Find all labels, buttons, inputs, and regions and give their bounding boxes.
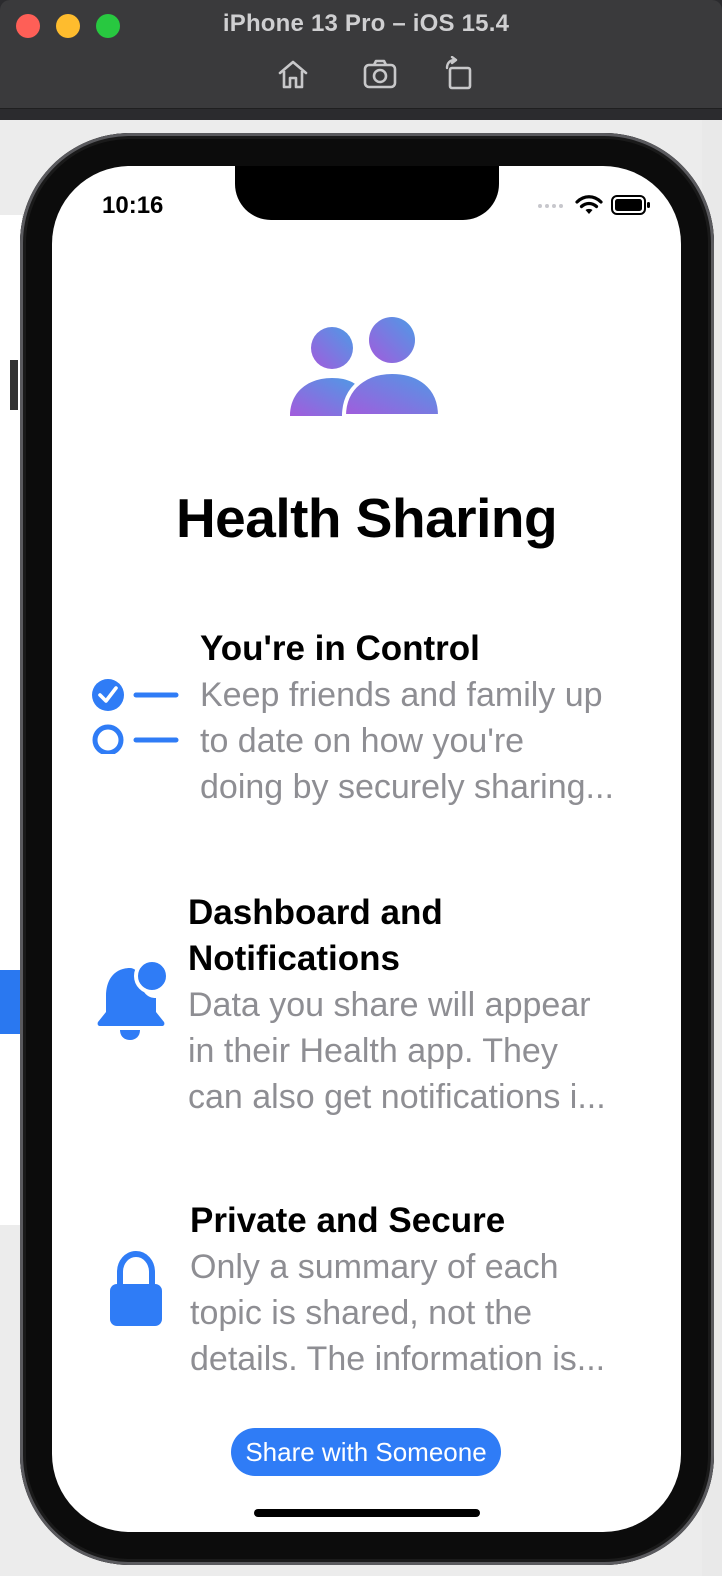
rotate-icon	[445, 55, 472, 90]
feature-description-line: can also get notifications i...	[188, 1078, 606, 1116]
window-title: iPhone 13 Pro – iOS 15.4	[222, 10, 510, 37]
battery-icon	[611, 195, 650, 215]
rotate-button[interactable]	[441, 55, 477, 92]
share-with-someone-button[interactable]: Share with Someone	[231, 1428, 501, 1476]
feature-description-line: topic is shared, not the	[190, 1294, 533, 1332]
feature-description: Keep friends and family up to date on ho…	[200, 672, 660, 810]
checklist-icon	[92, 679, 179, 754]
feature-description-line: Data you share will appear	[188, 986, 591, 1024]
people-sharing-icon	[290, 317, 442, 416]
feature-dashboard-notifications: Dashboard and Notifications Data you sha…	[188, 890, 660, 1120]
background-app-element	[10, 360, 18, 410]
feature-description-line: details. The information is...	[190, 1340, 606, 1378]
feature-description-line: doing by securely sharing...	[200, 768, 614, 806]
page-title: Health Sharing	[175, 487, 558, 549]
feature-in-control: You're in Control Keep friends and famil…	[200, 626, 660, 810]
screenshot-button[interactable]	[362, 56, 398, 92]
cellular-signal-icon	[538, 204, 563, 208]
iphone-screen: 10:16 Health Sharing You're in Control K…	[52, 166, 681, 1532]
screenshot-icon	[363, 59, 397, 89]
feature-description-line: to date on how you're	[200, 722, 525, 760]
feature-title: You're in Control	[200, 629, 480, 668]
feature-description-line: Only a summary of each	[190, 1248, 559, 1286]
feature-description-line: Keep friends and family up	[200, 676, 603, 714]
feature-private-secure: Private and Secure Only a summary of eac…	[190, 1198, 660, 1382]
home-icon	[278, 60, 308, 89]
home-button[interactable]	[275, 56, 311, 92]
feature-description: Only a summary of each topic is shared, …	[190, 1244, 660, 1382]
simulator-titlebar: iPhone 13 Pro – iOS 15.4	[0, 0, 722, 109]
notch	[235, 166, 499, 220]
feature-title: Dashboard and Notifications	[188, 890, 660, 982]
bell-badge-icon	[97, 958, 170, 1040]
status-time: 10:16	[102, 192, 164, 219]
status-icons	[537, 192, 651, 218]
feature-title: Private and Secure	[190, 1201, 506, 1240]
feature-description-line: in their Health app. They	[188, 1032, 558, 1070]
lock-icon	[110, 1250, 162, 1326]
wifi-icon	[575, 195, 603, 214]
feature-description: Data you share will appear in their Heal…	[188, 982, 660, 1120]
feature-title-line: Dashboard and	[188, 893, 443, 932]
home-indicator[interactable]	[254, 1509, 480, 1517]
feature-title-line: Notifications	[188, 939, 400, 978]
